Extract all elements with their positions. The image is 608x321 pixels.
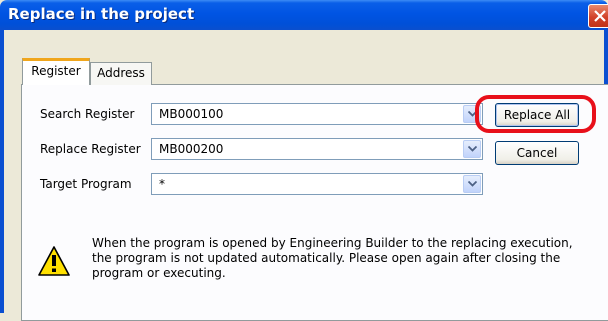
- target-program-value: *: [159, 177, 165, 191]
- replace-register-combo[interactable]: MB000200: [151, 138, 483, 160]
- chevron-down-icon[interactable]: [463, 175, 481, 193]
- warning-message: When the program is opened by Engineerin…: [92, 236, 592, 281]
- target-program-combo[interactable]: *: [151, 173, 483, 195]
- search-register-label: Search Register: [40, 107, 135, 121]
- target-program-label: Target Program: [40, 177, 132, 191]
- warning-line: program or executing.: [92, 266, 226, 280]
- cancel-button[interactable]: Cancel: [495, 141, 579, 165]
- replace-register-label: Replace Register: [40, 142, 141, 156]
- search-register-combo[interactable]: MB000100: [151, 103, 483, 125]
- chevron-down-icon[interactable]: [463, 140, 481, 158]
- warning-line: the program is not updated automatically…: [92, 251, 561, 265]
- warning-line: When the program is opened by Engineerin…: [92, 236, 573, 250]
- search-register-value: MB000100: [159, 107, 224, 121]
- warning-icon: [38, 246, 70, 276]
- highlight-annotation: [475, 95, 596, 133]
- replace-register-value: MB000200: [159, 142, 224, 156]
